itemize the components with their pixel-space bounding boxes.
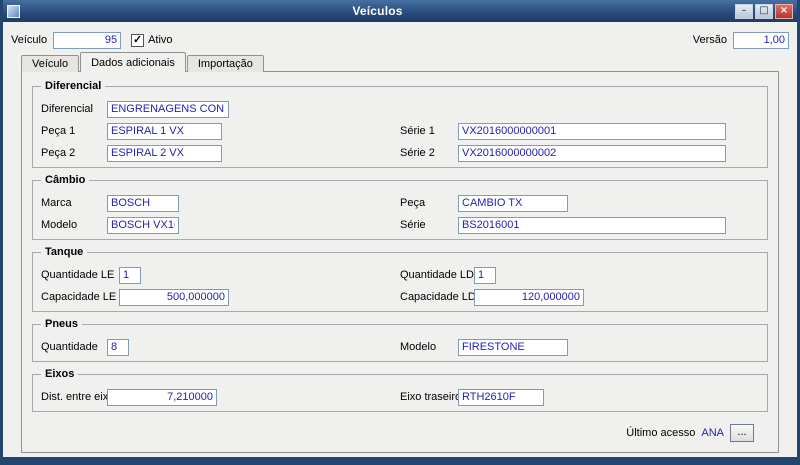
peca2-label: Peça 2 xyxy=(41,147,107,159)
active-label: Ativo xyxy=(148,34,172,46)
dist-eixos-input[interactable] xyxy=(107,389,217,406)
title-bar[interactable]: Veículos – □ × xyxy=(3,0,797,22)
window-title: Veículos xyxy=(20,4,735,18)
cap-le-label: Capacidade LE xyxy=(41,291,119,303)
modelo-pneus-input[interactable] xyxy=(458,339,568,356)
diferencial-label: Diferencial xyxy=(41,103,107,115)
qtd-le-input[interactable] xyxy=(119,267,141,284)
qtd-pneus-input[interactable] xyxy=(107,339,129,356)
serie1-label: Série 1 xyxy=(400,125,458,137)
minimize-button[interactable]: – xyxy=(735,4,753,19)
group-pneus-title: Pneus xyxy=(41,318,82,330)
qtd-ld-label: Quantidade LD xyxy=(400,269,474,281)
modelo-cambio-label: Modelo xyxy=(41,219,107,231)
maximize-button[interactable]: □ xyxy=(755,4,773,19)
dist-eixos-label: Dist. entre eixos xyxy=(41,391,107,403)
modelo-pneus-label: Modelo xyxy=(400,341,458,353)
tab-veiculo[interactable]: Veículo xyxy=(21,55,79,72)
group-eixos-title: Eixos xyxy=(41,368,78,380)
group-eixos: Eixos Dist. entre eixos Eixo traseiro xyxy=(32,374,768,412)
group-diferencial-title: Diferencial xyxy=(41,80,105,92)
cap-ld-input[interactable] xyxy=(474,289,584,306)
last-access-label: Último acesso xyxy=(626,427,695,439)
qtd-ld-input[interactable] xyxy=(474,267,496,284)
tab-page-dados-adicionais: Diferencial Diferencial Peça 1 Série 1 xyxy=(21,71,779,453)
cap-ld-label: Capacidade LD xyxy=(400,291,474,303)
last-access-value: ANA xyxy=(701,427,724,439)
modelo-cambio-input[interactable] xyxy=(107,217,179,234)
version-input[interactable] xyxy=(733,32,789,49)
marca-input[interactable] xyxy=(107,195,179,212)
vehicle-input[interactable] xyxy=(53,32,121,49)
header-row: Veículo ✓ Ativo Versão xyxy=(3,22,797,52)
qtd-le-label: Quantidade LE xyxy=(41,269,119,281)
serie2-input[interactable] xyxy=(458,145,726,162)
group-tanque: Tanque Quantidade LE Quantidade LD Capac… xyxy=(32,252,768,312)
close-button[interactable]: × xyxy=(775,4,793,19)
window-icon[interactable] xyxy=(7,5,20,18)
serie-cambio-label: Série xyxy=(400,219,458,231)
serie2-label: Série 2 xyxy=(400,147,458,159)
peca-cambio-input[interactable] xyxy=(458,195,568,212)
last-access-browse-button[interactable]: ... xyxy=(730,424,754,442)
serie-cambio-input[interactable] xyxy=(458,217,726,234)
tab-importacao[interactable]: Importação xyxy=(187,55,264,72)
eixo-traseiro-input[interactable] xyxy=(458,389,544,406)
group-cambio-title: Câmbio xyxy=(41,174,89,186)
window-controls: – □ × xyxy=(735,4,793,19)
peca-cambio-label: Peça xyxy=(400,197,458,209)
qtd-pneus-label: Quantidade xyxy=(41,341,107,353)
active-checkbox-wrap: ✓ Ativo xyxy=(131,34,172,47)
vehicles-window: Veículos – □ × Veículo ✓ Ativo Versão Ve… xyxy=(0,0,800,465)
diferencial-input[interactable] xyxy=(107,101,229,118)
peca2-input[interactable] xyxy=(107,145,222,162)
footer-button-bar: Despesas/Custos Confirmar Cancelar xyxy=(3,453,797,465)
group-pneus: Pneus Quantidade Modelo xyxy=(32,324,768,362)
vehicle-label: Veículo xyxy=(11,34,47,46)
group-cambio: Câmbio Marca Peça Modelo Série xyxy=(32,180,768,240)
group-tanque-title: Tanque xyxy=(41,246,87,258)
serie1-input[interactable] xyxy=(458,123,726,140)
tab-strip: Veículo Dados adicionais Importação xyxy=(3,52,797,72)
group-diferencial: Diferencial Diferencial Peça 1 Série 1 xyxy=(32,86,768,168)
version-label: Versão xyxy=(693,34,727,46)
eixo-traseiro-label: Eixo traseiro xyxy=(400,391,458,403)
peca1-label: Peça 1 xyxy=(41,125,107,137)
marca-label: Marca xyxy=(41,197,107,209)
tab-dados-adicionais[interactable]: Dados adicionais xyxy=(80,52,186,72)
cap-le-input[interactable] xyxy=(119,289,229,306)
active-checkbox[interactable]: ✓ xyxy=(131,34,144,47)
last-access-row: Último acesso ANA ... xyxy=(32,424,768,448)
peca1-input[interactable] xyxy=(107,123,222,140)
